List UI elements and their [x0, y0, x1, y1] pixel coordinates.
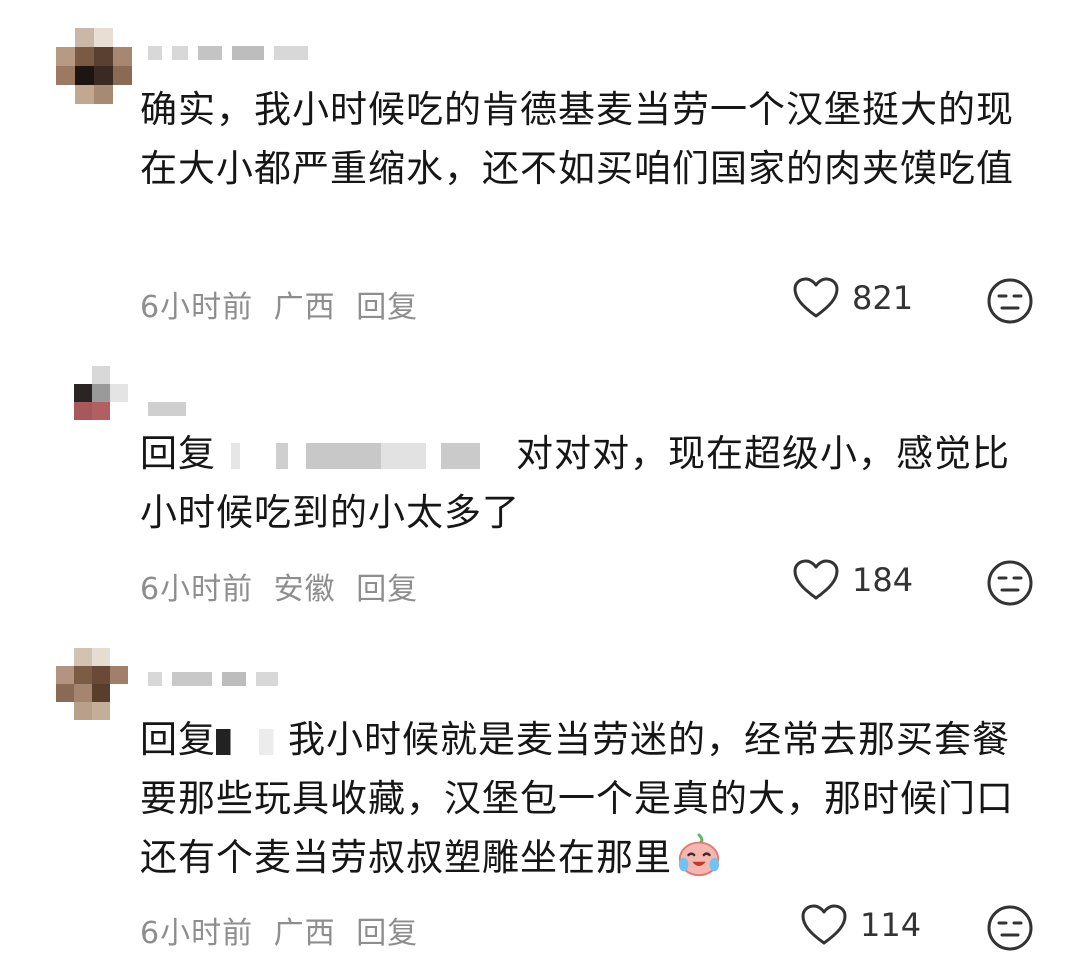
heart-outline-icon: [801, 904, 847, 945]
comment-text: 确实，我小时候吃的肯德基麦当劳一个汉堡挺大的现在大小都严重缩水，还不如买咱们国家…: [140, 88, 1014, 190]
mentioned-user-blurred[interactable]: [216, 728, 288, 755]
reply-prefix: 回复: [140, 432, 216, 475]
username-blurred[interactable]: [148, 400, 186, 418]
neutral-face-icon[interactable]: [986, 559, 1034, 607]
neutral-face-icon[interactable]: [986, 904, 1034, 952]
username-blurred[interactable]: [148, 670, 278, 688]
like-button[interactable]: 821: [792, 276, 913, 320]
comment-time: 6小时前: [140, 290, 254, 325]
heart-outline-icon: [793, 559, 839, 600]
avatar[interactable]: [74, 366, 128, 420]
reply-prefix: 回复: [140, 718, 216, 761]
comment-location: 广西: [273, 916, 336, 951]
comment-time: 6小时前: [140, 916, 254, 951]
mentioned-user-blurred[interactable]: [216, 442, 516, 469]
like-count: 821: [852, 279, 914, 317]
neutral-face-icon[interactable]: [986, 277, 1034, 325]
crying-laugh-emoji: [678, 833, 720, 877]
heart-outline-icon: [793, 277, 839, 318]
avatar[interactable]: [56, 28, 132, 104]
reply-button[interactable]: 回复: [356, 290, 418, 325]
like-button[interactable]: 114: [800, 903, 921, 947]
username-blurred[interactable]: [148, 44, 308, 62]
comment-meta: 6小时前 安徽 回复: [140, 564, 428, 608]
comment-meta: 6小时前 广西 回复: [140, 282, 428, 326]
comment-location: 安徽: [273, 572, 336, 607]
comment-location: 广西: [273, 290, 336, 325]
comment-time: 6小时前: [140, 572, 254, 607]
comment-meta: 6小时前 广西 回复: [140, 908, 428, 952]
like-count: 184: [852, 561, 914, 599]
reply-button[interactable]: 回复: [356, 916, 418, 951]
like-count: 114: [860, 906, 922, 944]
avatar[interactable]: [56, 648, 128, 720]
comment-text: 回复 我小时候就是麦当劳迷的，经常去那买套餐要那些玩具收藏，汉堡包一个是真的大，那…: [140, 710, 1040, 887]
comment-text: 回复 对对对，现在超级小，感觉比小时候吃到的小太多了: [140, 424, 1040, 542]
like-button[interactable]: 184: [792, 558, 913, 602]
reply-button[interactable]: 回复: [356, 572, 418, 607]
